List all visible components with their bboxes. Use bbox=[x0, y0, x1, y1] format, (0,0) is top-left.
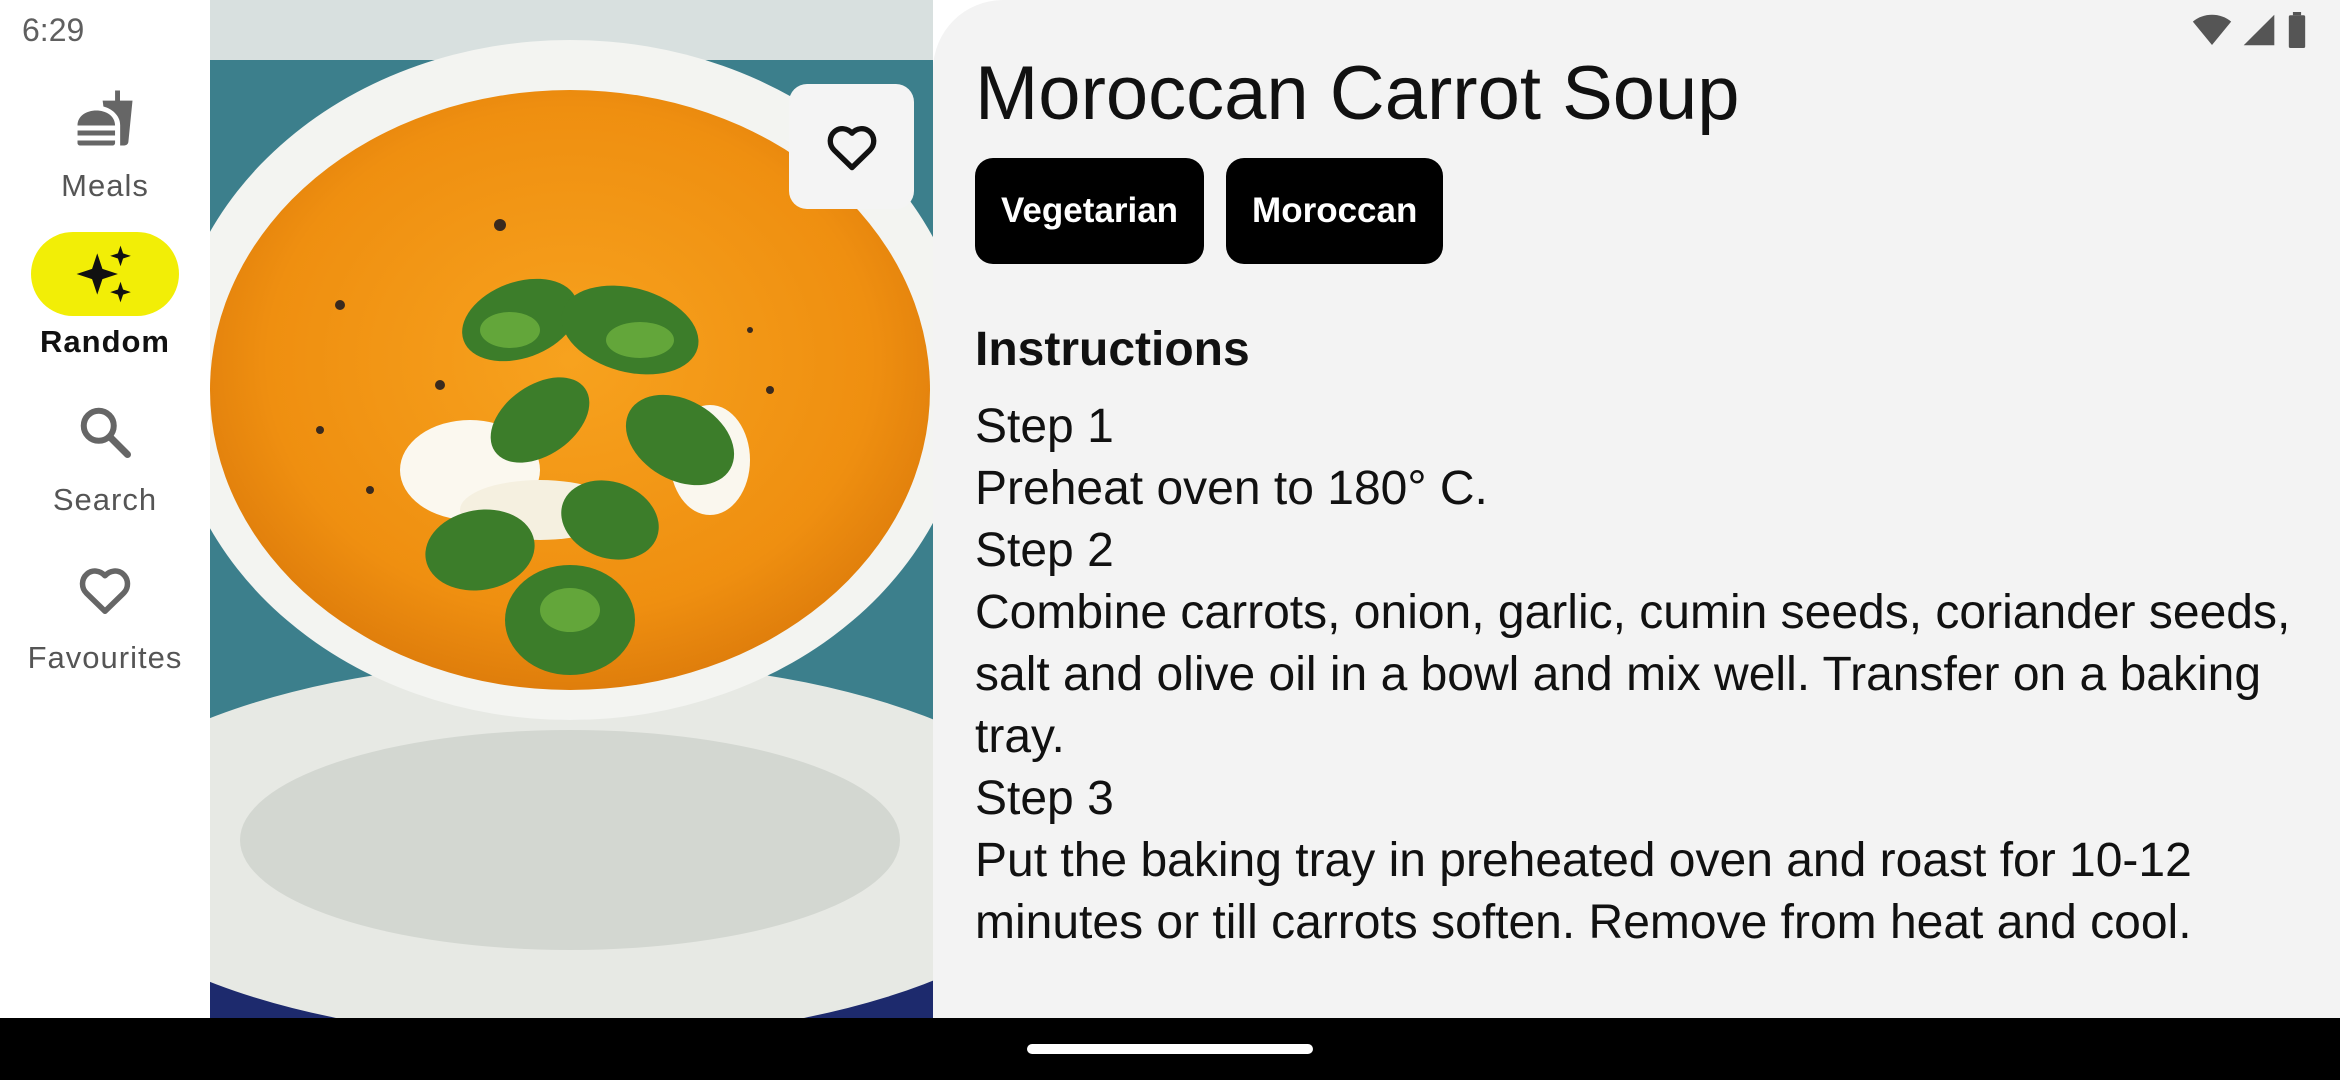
nav-item-random[interactable]: Random bbox=[0, 232, 210, 382]
tag-chip-moroccan[interactable]: Moroccan bbox=[1226, 158, 1444, 264]
status-bar-icons bbox=[2192, 12, 2308, 48]
nav-label-meals: Meals bbox=[61, 168, 149, 203]
meal-detail-panel: Moroccan Carrot Soup Vegetarian Moroccan… bbox=[933, 0, 2340, 1018]
status-bar-time: 6:29 bbox=[22, 12, 85, 48]
nav-icon-container bbox=[31, 390, 179, 474]
nav-label-random: Random bbox=[40, 324, 170, 359]
instruction-step-text: Put the baking tray in preheated oven an… bbox=[975, 834, 2192, 949]
instruction-step-label: Step 1 bbox=[975, 400, 1114, 453]
instruction-step-label: Step 2 bbox=[975, 524, 1114, 577]
favourite-toggle-button[interactable] bbox=[789, 84, 914, 209]
tag-chip-vegetarian[interactable]: Vegetarian bbox=[975, 158, 1205, 264]
meal-tags: Vegetarian Moroccan bbox=[975, 158, 1444, 264]
instructions-text: Step 1 Preheat oven to 180° C. Step 2 Co… bbox=[975, 396, 2325, 954]
heart-outline-icon bbox=[79, 568, 131, 614]
nav-item-favourites[interactable]: Favourites bbox=[0, 548, 210, 698]
wifi-icon bbox=[2192, 14, 2232, 45]
meal-title: Moroccan Carrot Soup bbox=[975, 51, 1740, 136]
nav-active-indicator bbox=[31, 232, 179, 316]
search-icon bbox=[80, 407, 131, 458]
nav-icon-container bbox=[31, 76, 179, 160]
instructions-heading: Instructions bbox=[975, 323, 1250, 376]
nav-label-favourites: Favourites bbox=[27, 640, 183, 675]
cellular-signal-icon bbox=[2243, 14, 2275, 46]
home-gesture-handle[interactable] bbox=[1027, 1044, 1313, 1054]
nav-item-search[interactable]: Search bbox=[0, 390, 210, 540]
sparkles-icon bbox=[76, 245, 131, 303]
system-gesture-bar bbox=[0, 1018, 2340, 1080]
nav-icon-container bbox=[31, 548, 179, 632]
heart-outline-icon bbox=[827, 125, 876, 170]
instruction-step-text: Combine carrots, onion, garlic, cumin se… bbox=[975, 586, 2291, 763]
instruction-step-label: Step 3 bbox=[975, 772, 1114, 825]
battery-icon bbox=[2288, 12, 2306, 48]
instruction-step-text: Preheat oven to 180° C. bbox=[975, 462, 1488, 515]
fastfood-icon bbox=[77, 90, 133, 146]
nav-item-meals[interactable]: Meals bbox=[0, 76, 210, 226]
navigation-rail: 6:29 Meals Random Search Favourites bbox=[0, 0, 210, 1018]
nav-label-search: Search bbox=[52, 482, 158, 517]
